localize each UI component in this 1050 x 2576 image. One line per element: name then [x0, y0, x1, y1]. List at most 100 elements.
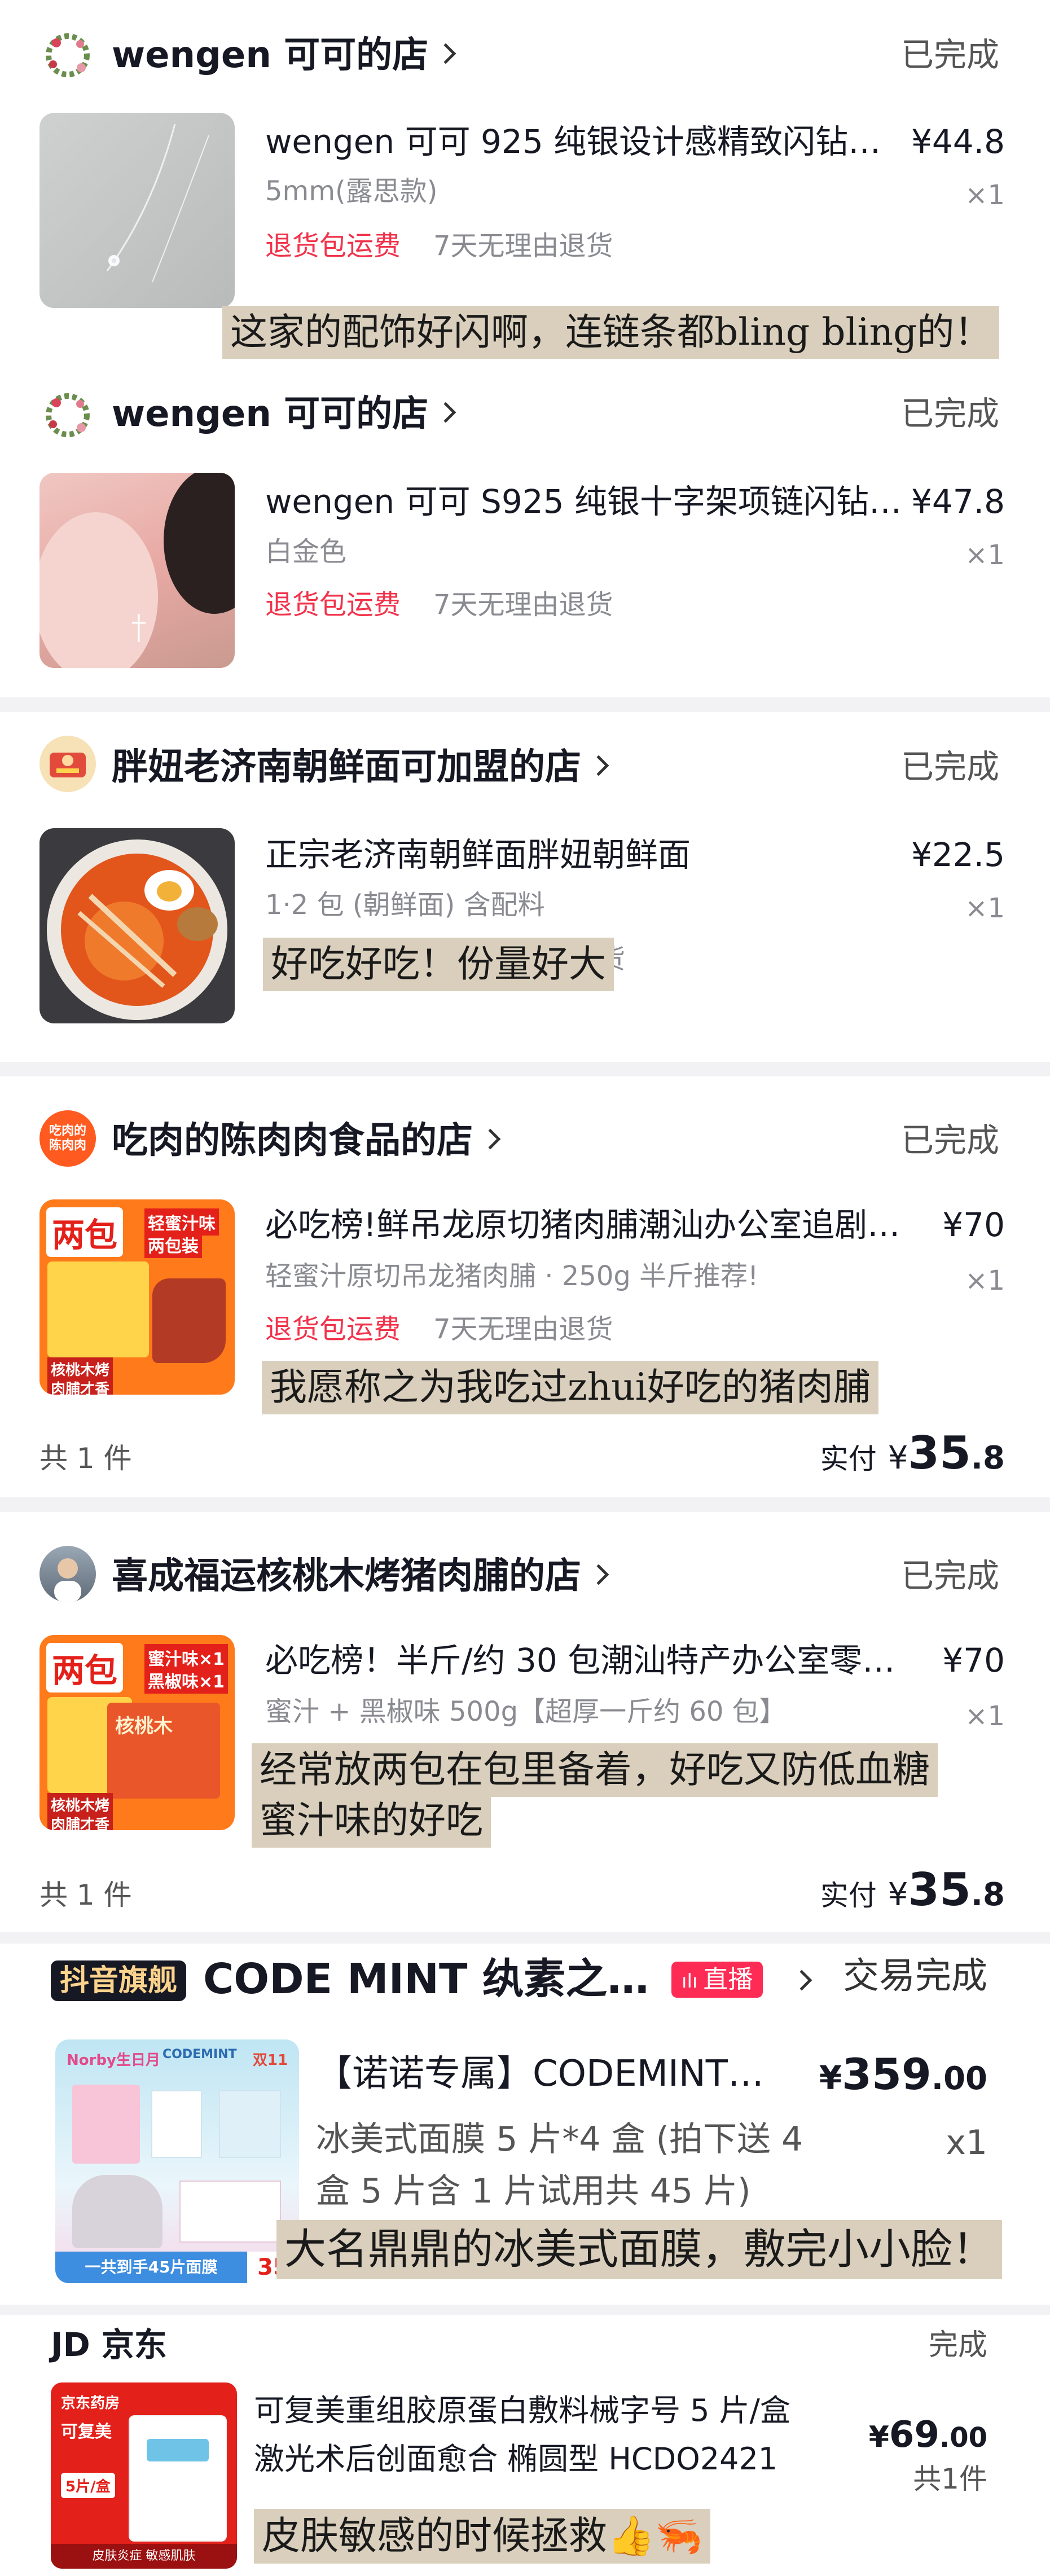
- paid-currency: ¥: [888, 1440, 908, 1476]
- product-spec: 蜜汁 + 黑椒味 500g【超厚一斤约 60 包】: [265, 1696, 787, 1727]
- seven-day-return-tag: 7天无理由退货: [433, 1313, 613, 1345]
- product-title[interactable]: wengen 可可 925 纯银设计感精致闪钻…: [265, 124, 891, 160]
- product-title[interactable]: 必吃榜！半斤/约 30 包潮汕特产办公室零…: [265, 1643, 942, 1679]
- product-thumbnail[interactable]: [39, 473, 235, 668]
- thumb-label-birthday: Norby生日月: [67, 2052, 161, 2069]
- product-quantity: ×1: [965, 1700, 1005, 1732]
- product-price: ¥22.5: [911, 836, 1005, 874]
- product-thumbnail[interactable]: Norby生日月 CODEMINT 双11 一共到手45片面膜 35: [55, 2039, 299, 2283]
- order-status: 完成: [928, 2328, 987, 2362]
- product-quantity: ×1: [965, 179, 1005, 211]
- paid-label: 实付: [820, 1879, 877, 1912]
- product-thumbnail[interactable]: [39, 113, 235, 308]
- shop-logo-text: 吃肉的陈肉肉: [49, 1124, 86, 1153]
- product-title[interactable]: 必吃榜!鲜吊龙原切猪肉脯潮汕办公室追剧…: [265, 1207, 942, 1243]
- free-return-shipping-tag: 退货包运费: [265, 589, 401, 621]
- thumb-label-brand: CODEMINT: [162, 2047, 237, 2061]
- shop-name[interactable]: 胖妞老济南朝鲜面可加盟的店: [112, 749, 609, 785]
- thumb-label-skin: 皮肤炎症 敏感肌肤: [51, 2544, 237, 2569]
- order-card-3[interactable]: 胖妞老济南朝鲜面可加盟的店 已完成 正宗老济南朝鲜面胖妞朝鲜面 ¥22.5 1·…: [0, 712, 1050, 1062]
- product-box-stripe: [147, 2439, 209, 2461]
- thumb-label-walnut-package: 核桃木: [107, 1703, 220, 1799]
- model-photo-graphic: [72, 2175, 162, 2248]
- paid-currency: ¥: [888, 1876, 908, 1913]
- paid-amount-dec: .8: [970, 1440, 1005, 1476]
- price-int: 69: [889, 2414, 939, 2456]
- paid-amount-dec: .8: [970, 1876, 1005, 1913]
- product-price: ¥70: [942, 1641, 1005, 1680]
- chevron-right-icon: [588, 1564, 609, 1585]
- thumb-label-two-packs: 两包: [46, 1643, 124, 1693]
- jd-logo[interactable]: JD 京东: [51, 2328, 167, 2361]
- product-spec-line1: 冰美式面膜 5 片*4 盒 (拍下送 4: [316, 2120, 803, 2159]
- package-graphic: [47, 1261, 149, 1357]
- item-count: 共 1 件: [39, 1442, 132, 1475]
- product-quantity: ×1: [965, 539, 1005, 571]
- product-title[interactable]: 【诺诺专属】CODEMINT…: [316, 2054, 812, 2094]
- price-int: 359: [842, 2049, 932, 2099]
- shop-name[interactable]: 喜成福运核桃木烤猪肉脯的店: [112, 1558, 609, 1594]
- thumb-label-jd-pharmacy: 京东药房: [61, 2395, 120, 2412]
- thumb-label-two-packs: 两包: [46, 1207, 124, 1257]
- paid-amount-int: 35: [908, 1863, 971, 1916]
- thumb-label-pack: 两包装: [144, 1231, 202, 1258]
- order-card-5[interactable]: 喜成福运核桃木烤猪肉脯的店 已完成 两包 蜜汁味×1 黑椒味×1 核桃木 核桃木…: [0, 1512, 1050, 1932]
- order-card-1[interactable]: wengen 可可的店 已完成 wengen 可可 925 纯银设计感精致闪钻……: [0, 0, 1050, 359]
- product-spec: 1·2 包 (朝鲜面) 含配料: [265, 889, 545, 921]
- shop-avatar: [39, 1546, 96, 1602]
- product-thumbnail[interactable]: 两包 蜜汁味×1 黑椒味×1 核桃木 核桃木烤 肉脯才香: [39, 1635, 235, 1830]
- product-thumbnail[interactable]: 两包 轻蜜汁味 两包装 核桃木烤 肉脯才香: [39, 1199, 235, 1395]
- shop-name[interactable]: wengen 可可的店: [112, 37, 456, 73]
- mask-box-graphic: [179, 2181, 281, 2243]
- shop-name[interactable]: 吃肉的陈肉肉食品的店: [112, 1123, 501, 1159]
- meat-graphic: [152, 1278, 226, 1363]
- shop-avatar: [39, 387, 96, 443]
- order-card-codemint[interactable]: 抖音旗舰 CODE MINT 纨素之… ılı 直播 交易完成 Norby生日月 …: [34, 1944, 1021, 2305]
- product-spec: 轻蜜汁原切吊龙猪肉脯 · 250g 半斤推荐!: [265, 1260, 759, 1292]
- paid-total: 实付 ¥35.8: [820, 1867, 1005, 1913]
- live-badge[interactable]: ılı 直播: [671, 1962, 763, 1998]
- product-price: ¥69.00: [869, 2415, 987, 2455]
- item-count: 共1件: [913, 2463, 987, 2495]
- product-title[interactable]: wengen 可可 S925 纯银十字架项链闪钻…: [265, 484, 908, 520]
- product-box-graphic: [130, 2416, 226, 2540]
- handwritten-note-line2: 蜜汁味的好吃: [252, 1794, 491, 1848]
- product-title[interactable]: 正宗老济南朝鲜面胖妞朝鲜面: [265, 837, 886, 873]
- order-card-jd[interactable]: JD 京东 完成 京东药房 可复美 5片/盒 皮肤炎症 敏感肌肤 可复美重组胶原…: [34, 2315, 1021, 2576]
- order-card-4[interactable]: 吃肉的陈肉肉 吃肉的陈肉肉食品的店 已完成 两包 轻蜜汁味 两包装 核桃木烤 肉…: [0, 1076, 1050, 1497]
- free-return-shipping-tag: 退货包运费: [265, 1313, 401, 1345]
- chevron-right-icon: [791, 1970, 812, 1991]
- product-quantity: x1: [946, 2123, 987, 2162]
- thumb-label-double11: 双11: [253, 2052, 288, 2069]
- shop-avatar: 吃肉的陈肉肉: [39, 1110, 96, 1167]
- order-status: 已完成: [900, 1121, 999, 1159]
- mask-box-graphic: [151, 2090, 202, 2158]
- product-title-line2[interactable]: 激光术后创面愈合 椭圆型 HCDO2421: [254, 2442, 880, 2476]
- separator: [0, 1062, 1050, 1076]
- handwritten-note-line1: 经常放两包在包里备着，好吃又防低血糖: [252, 1743, 938, 1797]
- order-status: 已完成: [900, 748, 999, 786]
- paid-amount-int: 35: [908, 1427, 971, 1479]
- thumb-label-pepper: 黑椒味×1: [144, 1667, 229, 1694]
- thumb-label-meat: 肉脯才香: [47, 1377, 113, 1395]
- handwritten-note: 皮肤敏感的时候拯救👍🦐: [254, 2509, 711, 2564]
- product-thumbnail[interactable]: [39, 828, 235, 1023]
- shop-name[interactable]: CODE MINT 纨素之…: [203, 1958, 649, 2000]
- product-title-line1[interactable]: 可复美重组胶原蛋白敷料械字号 5 片/盒: [254, 2394, 880, 2427]
- handwritten-note: 大名鼎鼎的冰美式面膜，敷完小小脸！: [276, 2220, 1002, 2279]
- paid-label: 实付: [820, 1443, 877, 1475]
- thumb-label-total: 一共到手45片面膜: [55, 2252, 247, 2283]
- handwritten-note: 这家的配饰好闪啊，连链条都bling bling的！: [222, 306, 1000, 359]
- order-card-2[interactable]: wengen 可可的店 已完成 wengen 可可 S925 纯银十字架项链闪钻…: [0, 359, 1050, 697]
- order-status: 交易完成: [843, 1955, 987, 1997]
- order-status: 已完成: [900, 36, 999, 74]
- product-price: ¥359.00: [819, 2051, 987, 2098]
- product-spec: 白金色: [265, 536, 347, 568]
- free-return-shipping-tag: 退货包运费: [265, 230, 401, 262]
- douyin-flagship-tag: 抖音旗舰: [51, 1960, 187, 2001]
- shop-avatar: [39, 27, 96, 83]
- product-thumbnail[interactable]: 京东药房 可复美 5片/盒 皮肤炎症 敏感肌肤: [51, 2382, 237, 2569]
- shop-name[interactable]: wengen 可可的店: [112, 396, 456, 432]
- chevron-right-icon: [435, 402, 456, 423]
- item-count: 共 1 件: [39, 1879, 132, 1911]
